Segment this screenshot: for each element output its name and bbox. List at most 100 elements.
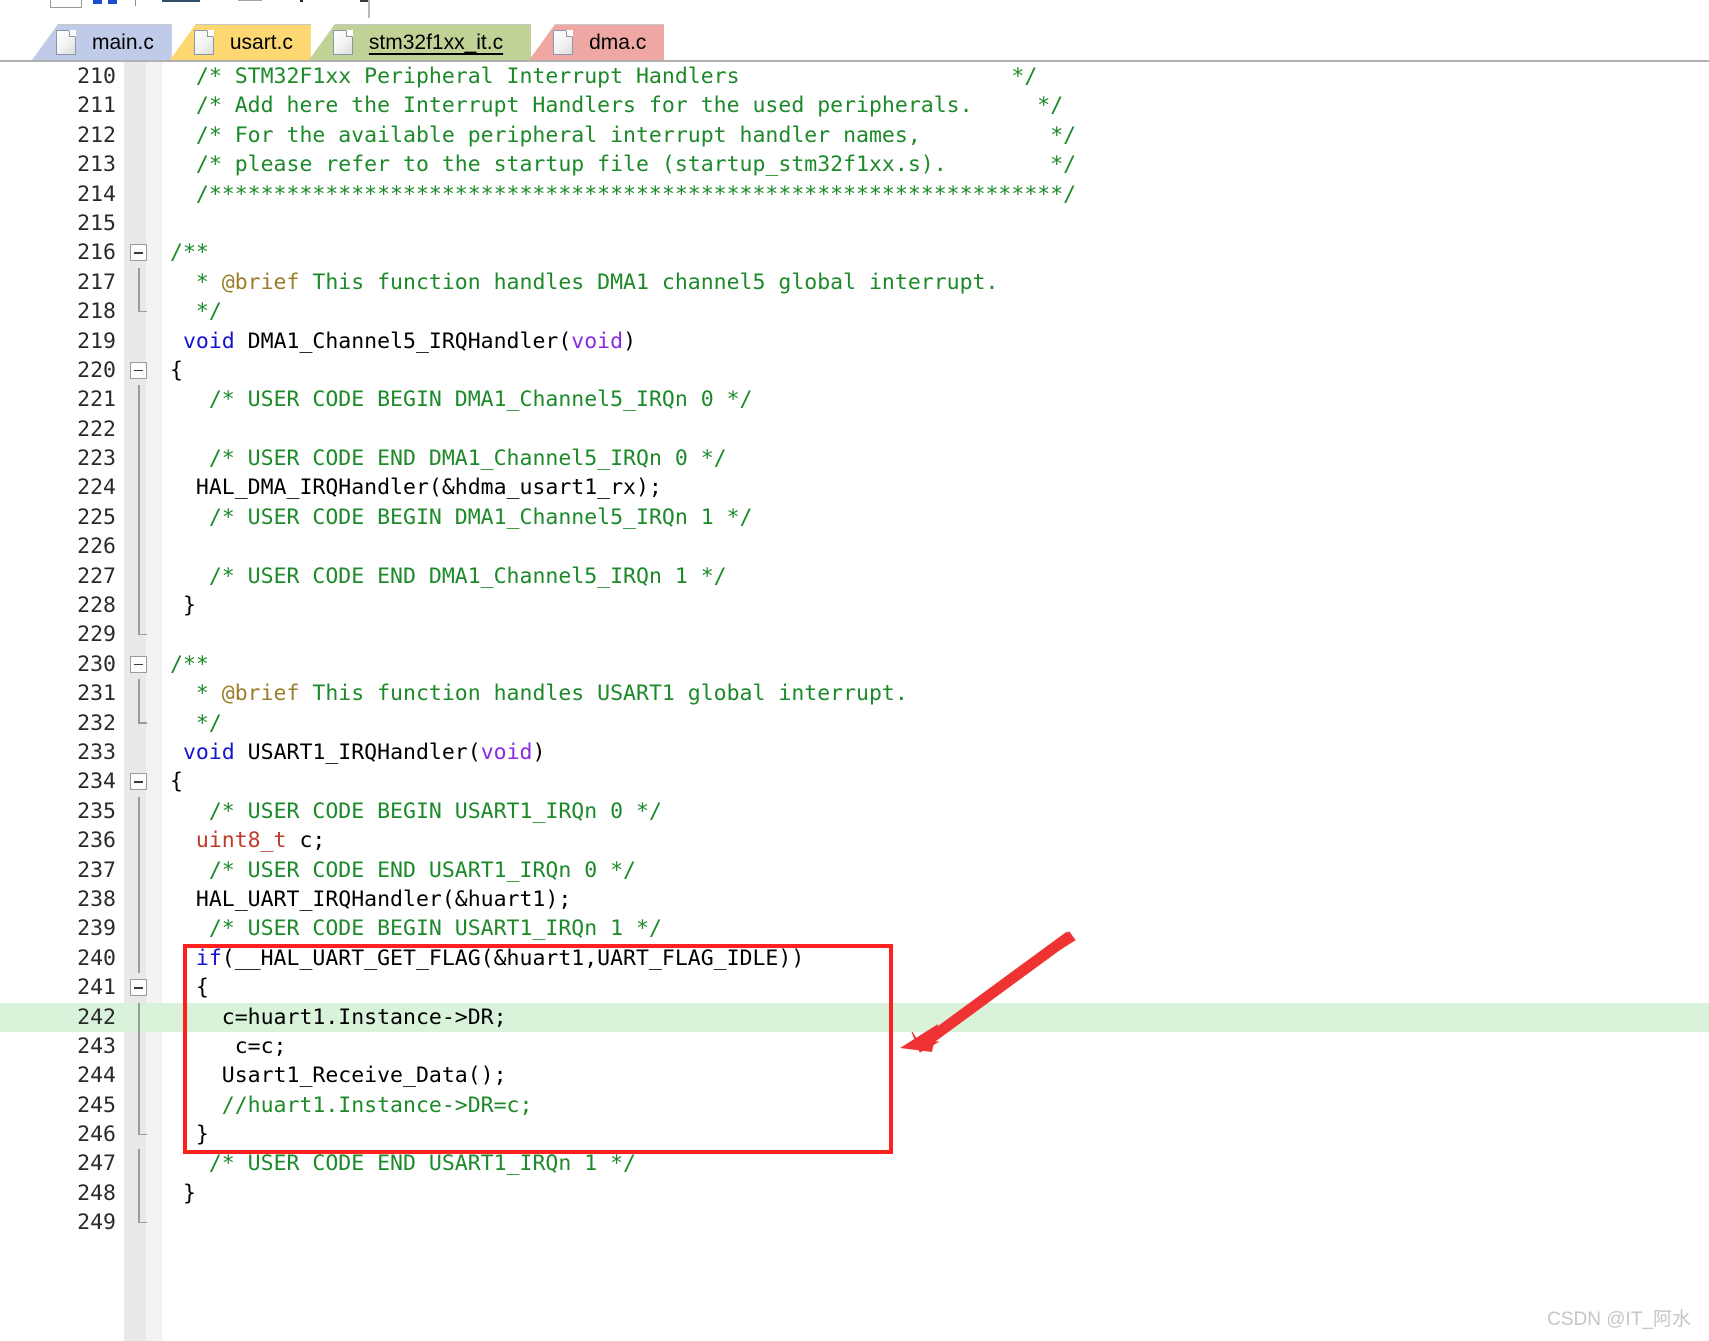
- fold-column[interactable]: [124, 356, 162, 385]
- toolbar-dropdown-box[interactable]: [50, 0, 82, 8]
- code-text[interactable]: HAL_DMA_IRQHandler(&hdma_usart1_rx);: [162, 473, 1709, 502]
- code-line[interactable]: 216/**: [0, 238, 1709, 267]
- code-line[interactable]: 228 }: [0, 591, 1709, 620]
- code-line[interactable]: 231 * @brief This function handles USART…: [0, 679, 1709, 708]
- code-text[interactable]: //huart1.Instance->DR=c;: [162, 1091, 1709, 1120]
- fold-column[interactable]: [124, 767, 162, 796]
- code-text[interactable]: * @brief This function handles DMA1 chan…: [162, 268, 1709, 297]
- code-line[interactable]: 239 /* USER CODE BEGIN USART1_IRQn 1 */: [0, 914, 1709, 943]
- fold-column[interactable]: [124, 709, 162, 738]
- fold-column[interactable]: [124, 738, 162, 767]
- code-text[interactable]: c=huart1.Instance->DR;: [162, 1003, 1709, 1032]
- toolbar-icon-5[interactable]: [300, 0, 303, 2]
- code-line[interactable]: 220{: [0, 356, 1709, 385]
- code-text[interactable]: uint8_t c;: [162, 826, 1709, 855]
- fold-column[interactable]: [124, 679, 162, 708]
- code-line[interactable]: 226: [0, 532, 1709, 561]
- fold-column[interactable]: [124, 327, 162, 356]
- code-line[interactable]: 211 /* Add here the Interrupt Handlers f…: [0, 91, 1709, 120]
- fold-column[interactable]: [124, 268, 162, 297]
- code-line[interactable]: 232 */: [0, 709, 1709, 738]
- code-line[interactable]: 235 /* USER CODE BEGIN USART1_IRQn 0 */: [0, 797, 1709, 826]
- fold-column[interactable]: [124, 1179, 162, 1208]
- code-line[interactable]: 238 HAL_UART_IRQHandler(&huart1);: [0, 885, 1709, 914]
- code-line[interactable]: 214 /***********************************…: [0, 180, 1709, 209]
- fold-column[interactable]: [124, 532, 162, 561]
- fold-column[interactable]: [124, 150, 162, 179]
- code-text[interactable]: /**: [162, 238, 1709, 267]
- toolbar-icon-4[interactable]: [238, 0, 262, 1]
- toolbar-blue-icon-1[interactable]: [93, 0, 102, 4]
- code-line[interactable]: 241 {: [0, 973, 1709, 1002]
- fold-column[interactable]: [124, 826, 162, 855]
- fold-column[interactable]: [124, 562, 162, 591]
- code-line[interactable]: 237 /* USER CODE END USART1_IRQn 0 */: [0, 856, 1709, 885]
- code-text[interactable]: }: [162, 591, 1709, 620]
- fold-collapse-icon[interactable]: [130, 244, 147, 261]
- code-text[interactable]: /* USER CODE BEGIN USART1_IRQn 1 */: [162, 914, 1709, 943]
- code-line[interactable]: 219 void DMA1_Channel5_IRQHandler(void): [0, 327, 1709, 356]
- code-line[interactable]: 243 c=c;: [0, 1032, 1709, 1061]
- tab-usart-c[interactable]: usart.c: [170, 24, 311, 60]
- code-text[interactable]: */: [162, 709, 1709, 738]
- code-text[interactable]: /* USER CODE END DMA1_Channel5_IRQn 1 */: [162, 562, 1709, 591]
- code-text[interactable]: Usart1_Receive_Data();: [162, 1061, 1709, 1090]
- code-line[interactable]: 244 Usart1_Receive_Data();: [0, 1061, 1709, 1090]
- fold-column[interactable]: [124, 180, 162, 209]
- fold-column[interactable]: [124, 385, 162, 414]
- code-text[interactable]: /* USER CODE END DMA1_Channel5_IRQn 0 */: [162, 444, 1709, 473]
- code-line[interactable]: 224 HAL_DMA_IRQHandler(&hdma_usart1_rx);: [0, 473, 1709, 502]
- code-text[interactable]: /* USER CODE BEGIN DMA1_Channel5_IRQn 0 …: [162, 385, 1709, 414]
- code-line[interactable]: 223 /* USER CODE END DMA1_Channel5_IRQn …: [0, 444, 1709, 473]
- code-text[interactable]: /* USER CODE END USART1_IRQn 1 */: [162, 1149, 1709, 1178]
- code-line[interactable]: 213 /* please refer to the startup file …: [0, 150, 1709, 179]
- code-line[interactable]: 225 /* USER CODE BEGIN DMA1_Channel5_IRQ…: [0, 503, 1709, 532]
- code-line[interactable]: 218 */: [0, 297, 1709, 326]
- toolbar-blue-icon-2[interactable]: [108, 0, 117, 4]
- tab-stm32f1xx-it-c[interactable]: stm32f1xx_it.c: [309, 24, 531, 60]
- fold-column[interactable]: [124, 620, 162, 649]
- fold-column[interactable]: [124, 121, 162, 150]
- fold-column[interactable]: [124, 914, 162, 943]
- fold-column[interactable]: [124, 503, 162, 532]
- code-text[interactable]: /* STM32F1xx Peripheral Interrupt Handle…: [162, 62, 1709, 91]
- toolbar-icon-6[interactable]: [360, 0, 370, 2]
- code-text[interactable]: /* USER CODE END USART1_IRQn 0 */: [162, 856, 1709, 885]
- fold-collapse-icon[interactable]: [130, 979, 147, 996]
- code-text[interactable]: HAL_UART_IRQHandler(&huart1);: [162, 885, 1709, 914]
- fold-column[interactable]: [124, 91, 162, 120]
- code-line[interactable]: 247 /* USER CODE END USART1_IRQn 1 */: [0, 1149, 1709, 1178]
- code-text[interactable]: c=c;: [162, 1032, 1709, 1061]
- code-line[interactable]: 217 * @brief This function handles DMA1 …: [0, 268, 1709, 297]
- code-text[interactable]: void DMA1_Channel5_IRQHandler(void): [162, 327, 1709, 356]
- code-text[interactable]: if(__HAL_UART_GET_FLAG(&huart1,UART_FLAG…: [162, 944, 1709, 973]
- code-lines-container[interactable]: 210 /* STM32F1xx Peripheral Interrupt Ha…: [0, 62, 1709, 1238]
- fold-column[interactable]: [124, 856, 162, 885]
- fold-column[interactable]: [124, 1149, 162, 1178]
- code-line[interactable]: 245 //huart1.Instance->DR=c;: [0, 1091, 1709, 1120]
- fold-column[interactable]: [124, 1032, 162, 1061]
- fold-column[interactable]: [124, 650, 162, 679]
- fold-column[interactable]: [124, 297, 162, 326]
- code-text[interactable]: {: [162, 356, 1709, 385]
- fold-column[interactable]: [124, 1208, 162, 1237]
- code-line[interactable]: 227 /* USER CODE END DMA1_Channel5_IRQn …: [0, 562, 1709, 591]
- code-line[interactable]: 236 uint8_t c;: [0, 826, 1709, 855]
- code-line[interactable]: 249: [0, 1208, 1709, 1237]
- fold-column[interactable]: [124, 415, 162, 444]
- code-line[interactable]: 221 /* USER CODE BEGIN DMA1_Channel5_IRQ…: [0, 385, 1709, 414]
- code-text[interactable]: /**: [162, 650, 1709, 679]
- fold-column[interactable]: [124, 885, 162, 914]
- fold-column[interactable]: [124, 1091, 162, 1120]
- fold-column[interactable]: [124, 797, 162, 826]
- code-text[interactable]: /* USER CODE BEGIN DMA1_Channel5_IRQn 1 …: [162, 503, 1709, 532]
- code-text[interactable]: */: [162, 297, 1709, 326]
- code-text[interactable]: * @brief This function handles USART1 gl…: [162, 679, 1709, 708]
- code-text[interactable]: }: [162, 1179, 1709, 1208]
- code-text[interactable]: {: [162, 767, 1709, 796]
- code-line[interactable]: 222: [0, 415, 1709, 444]
- code-text[interactable]: }: [162, 1120, 1709, 1149]
- code-text[interactable]: /***************************************…: [162, 180, 1709, 209]
- code-text[interactable]: void USART1_IRQHandler(void): [162, 738, 1709, 767]
- code-text[interactable]: {: [162, 973, 1709, 1002]
